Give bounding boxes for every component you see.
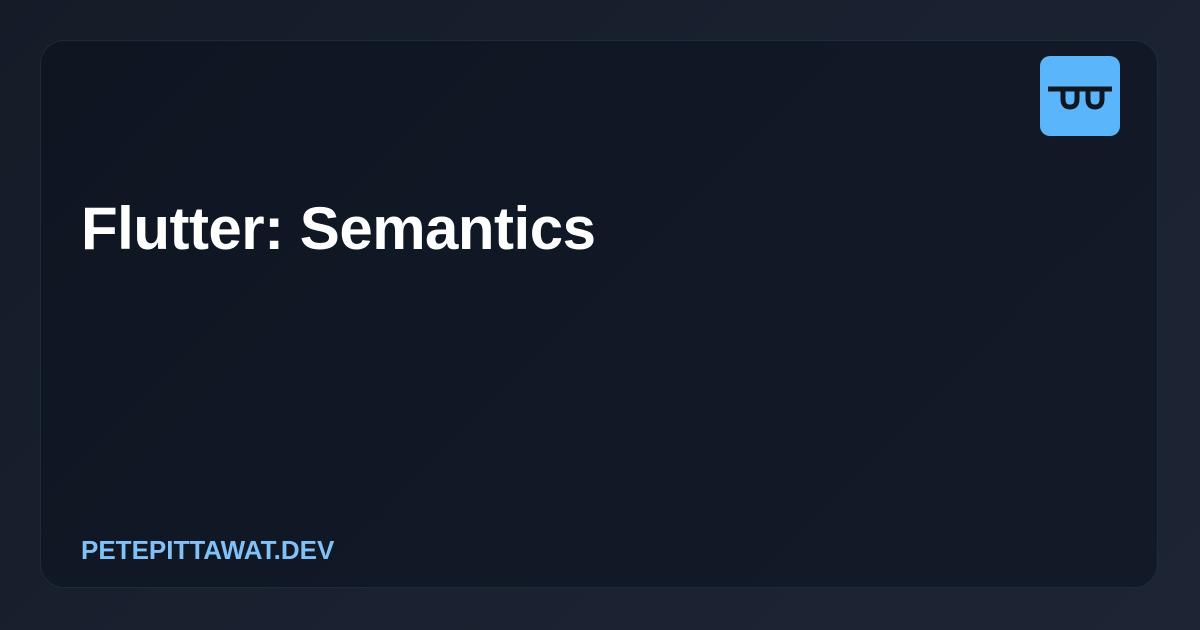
page-title: Flutter: Semantics: [81, 195, 596, 262]
og-card: Flutter: Semantics PETEPITTAWAT.DEV: [40, 40, 1158, 588]
glasses-logo-icon-graphic: [1048, 86, 1112, 110]
glasses-logo-icon: [1040, 56, 1120, 136]
site-domain-label: PETEPITTAWAT.DEV: [81, 535, 335, 565]
